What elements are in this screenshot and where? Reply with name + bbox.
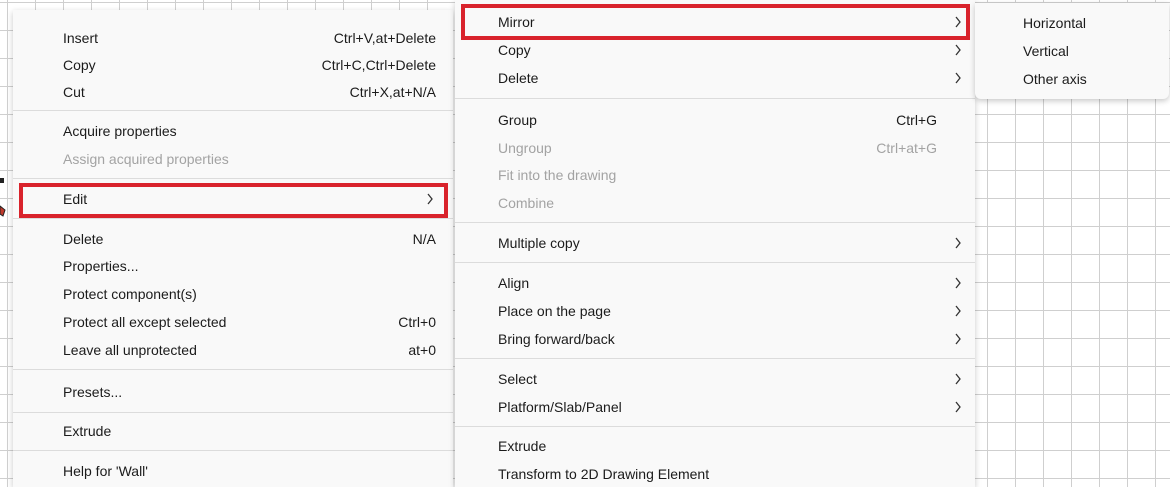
menu-item-shortcut: Ctrl+0 (398, 314, 436, 330)
menu-item-group[interactable]: Group Ctrl+G (498, 107, 964, 133)
menu-item-label: Delete (63, 231, 104, 247)
menu-item-align[interactable]: Align (498, 270, 964, 296)
chevron-right-icon (955, 401, 961, 413)
menu-item-label: Align (498, 275, 530, 291)
menu-item-edit[interactable]: Edit (22, 186, 464, 212)
menu-item-label: Extrude (63, 423, 112, 439)
menu-item-horizontal[interactable]: Horizontal (1023, 10, 1153, 36)
canvas-element-fragment (0, 178, 6, 217)
menu-item-label: Platform/Slab/Panel (498, 399, 622, 415)
menu-item-other-axis[interactable]: Other axis (1023, 66, 1153, 92)
chevron-right-icon (955, 305, 961, 317)
menu-item-delete[interactable]: Delete N/A (63, 226, 436, 252)
menu-separator (455, 358, 975, 359)
chevron-right-icon (955, 277, 961, 289)
menu-item-properties[interactable]: Properties... (63, 253, 436, 279)
menu-item-label: Properties... (63, 258, 139, 274)
menu-item-protect-all-except-selected[interactable]: Protect all except selected Ctrl+0 (63, 309, 436, 335)
menu-item-multiple-copy[interactable]: Multiple copy (498, 230, 964, 256)
menu-item-label: Copy (498, 42, 531, 58)
menu-item-shortcut: Ctrl+C,Ctrl+Delete (321, 57, 436, 73)
menu-item-assign-acquired-properties[interactable]: Assign acquired properties (63, 146, 436, 172)
menu-item-fit-into-drawing[interactable]: Fit into the drawing (498, 162, 964, 188)
menu-separator (455, 222, 975, 223)
menu-item-delete[interactable]: Delete (498, 65, 964, 91)
menu-item-acquire-properties[interactable]: Acquire properties (63, 118, 436, 144)
menu-item-label: Bring forward/back (498, 331, 615, 347)
menu-item-label: Help for 'Wall' (63, 463, 148, 479)
menu-separator (13, 110, 453, 111)
edit-submenu: Mirror Copy Delete Group Ctrl+G Ungroup … (455, 0, 975, 487)
chevron-right-icon (955, 333, 961, 345)
menu-item-label: Copy (63, 57, 96, 73)
chevron-right-icon (427, 193, 433, 205)
menu-item-label: Presets... (63, 384, 123, 400)
menu-item-ungroup[interactable]: Ungroup Ctrl+at+G (498, 135, 964, 161)
menu-item-label: Horizontal (1023, 15, 1087, 31)
menu-separator (455, 98, 975, 99)
menu-item-label: Group (498, 112, 537, 128)
menu-separator (455, 262, 975, 263)
chevron-right-icon (955, 44, 961, 56)
menu-item-shortcut: Ctrl+G (896, 112, 937, 128)
chevron-right-icon (955, 16, 961, 28)
menu-item-label: Place on the page (498, 303, 611, 319)
chevron-right-icon (955, 237, 961, 249)
menu-separator (13, 412, 453, 413)
menu-item-label: Acquire properties (63, 123, 177, 139)
menu-item-label: Other axis (1023, 71, 1087, 87)
menu-item-combine[interactable]: Combine (498, 190, 964, 216)
menu-item-protect-components[interactable]: Protect component(s) (63, 281, 436, 307)
menu-item-label: Multiple copy (498, 235, 580, 251)
menu-item-shortcut: N/A (412, 231, 436, 247)
menu-item-label: Protect component(s) (63, 286, 197, 302)
menu-item-label: Fit into the drawing (498, 167, 617, 183)
menu-item-mirror[interactable]: Mirror (463, 9, 974, 35)
menu-item-label: Mirror (498, 14, 535, 30)
menu-item-presets[interactable]: Presets... (63, 379, 436, 405)
menu-separator (455, 426, 975, 427)
menu-item-transform-to-2d[interactable]: Transform to 2D Drawing Element (498, 461, 964, 487)
menu-item-shortcut: at+0 (408, 342, 436, 358)
context-menu: Insert Ctrl+V,at+Delete Copy Ctrl+C,Ctrl… (13, 10, 464, 487)
menu-item-label: Extrude (498, 438, 547, 454)
menu-separator (13, 450, 453, 451)
menu-item-place-on-page[interactable]: Place on the page (498, 298, 964, 324)
menu-item-cut[interactable]: Cut Ctrl+X,at+N/A (63, 79, 436, 105)
menu-item-extrude[interactable]: Extrude (63, 418, 436, 444)
menu-item-label: Insert (63, 30, 99, 46)
menu-item-label: Vertical (1023, 43, 1069, 59)
menu-item-vertical[interactable]: Vertical (1023, 38, 1153, 64)
menu-item-insert[interactable]: Insert Ctrl+V,at+Delete (63, 25, 436, 51)
menu-separator (13, 178, 453, 179)
menu-item-select[interactable]: Select (498, 366, 964, 392)
menu-item-shortcut: Ctrl+V,at+Delete (333, 30, 436, 46)
chevron-right-icon (955, 72, 961, 84)
mirror-submenu: Horizontal Vertical Other axis (975, 3, 1169, 99)
menu-item-label: Ungroup (498, 140, 552, 156)
menu-item-label: Assign acquired properties (63, 151, 229, 167)
menu-separator (13, 369, 453, 370)
chevron-right-icon (955, 373, 961, 385)
menu-item-copy[interactable]: Copy (498, 37, 964, 63)
menu-item-label: Cut (63, 84, 85, 100)
menu-item-label: Protect all except selected (63, 314, 227, 330)
menu-item-label: Leave all unprotected (63, 342, 197, 358)
menu-item-help-for-wall[interactable]: Help for 'Wall' (63, 458, 436, 484)
menu-item-platform-slab-panel[interactable]: Platform/Slab/Panel (498, 394, 964, 420)
menu-item-copy[interactable]: Copy Ctrl+C,Ctrl+Delete (63, 52, 436, 78)
menu-separator (13, 218, 453, 219)
menu-item-label: Edit (63, 191, 88, 207)
menu-item-label: Combine (498, 195, 555, 211)
menu-item-extrude[interactable]: Extrude (498, 433, 964, 459)
menu-item-bring-forward-back[interactable]: Bring forward/back (498, 326, 964, 352)
menu-item-leave-all-unprotected[interactable]: Leave all unprotected at+0 (63, 337, 436, 363)
menu-item-label: Select (498, 371, 537, 387)
menu-item-shortcut: Ctrl+at+G (876, 140, 937, 156)
menu-item-shortcut: Ctrl+X,at+N/A (349, 84, 436, 100)
menu-item-label: Transform to 2D Drawing Element (498, 466, 710, 482)
menu-item-label: Delete (498, 70, 539, 86)
